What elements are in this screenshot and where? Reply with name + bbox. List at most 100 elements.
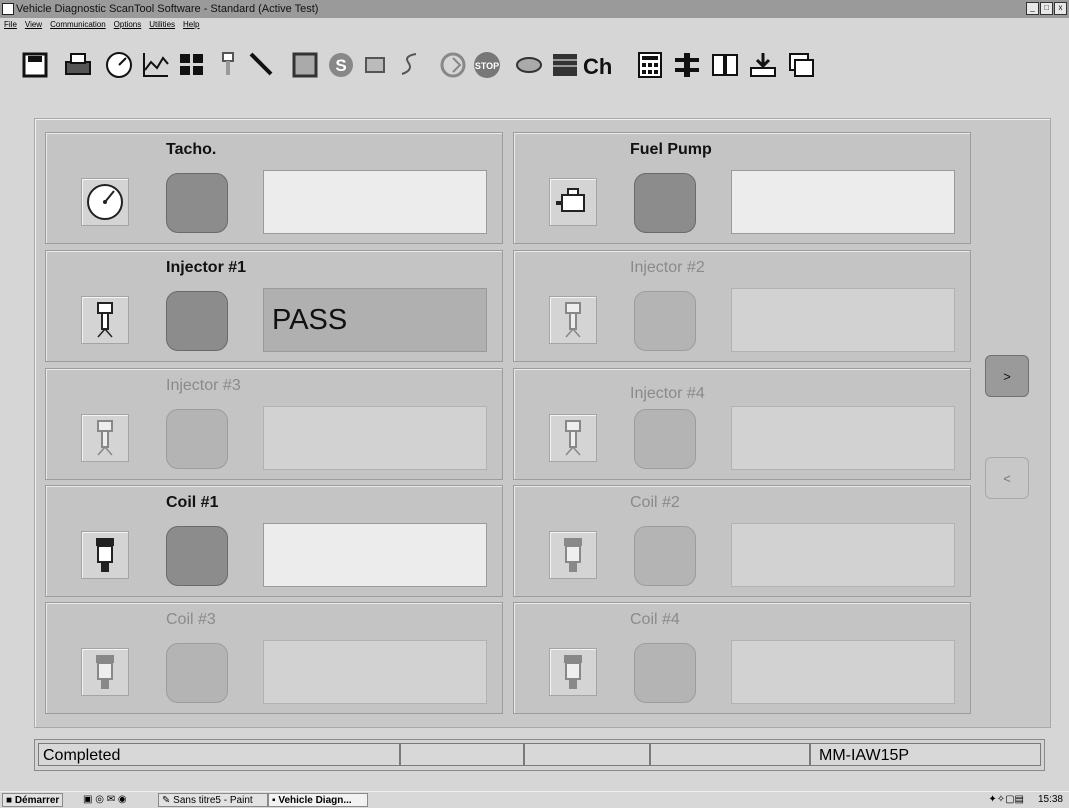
- quick-launch: ▣ ◎ ✉ ◉: [80, 793, 130, 807]
- status-lamp: [634, 409, 696, 469]
- battery-icon[interactable]: [550, 50, 580, 80]
- test-title: Coil #1: [166, 494, 219, 511]
- menu-utilities[interactable]: Utilities: [149, 18, 175, 32]
- test-title: Coil #3: [166, 611, 216, 628]
- status-bar: Completed MM-IAW15P: [34, 739, 1045, 771]
- test-card-injector-3: Injector #3: [45, 368, 503, 480]
- engine-icon[interactable]: [360, 50, 390, 80]
- result-field: [731, 170, 955, 234]
- test-title: Injector #4: [630, 385, 705, 402]
- channel-label[interactable]: Ch: [583, 54, 612, 80]
- gauge-icon[interactable]: [104, 50, 134, 80]
- next-page-button[interactable]: >: [985, 355, 1029, 397]
- result-field: [731, 406, 955, 470]
- minimize-button[interactable]: _: [1026, 2, 1039, 15]
- status-message: Completed: [38, 743, 400, 766]
- status-pane: [400, 743, 524, 766]
- injector-icon: [549, 296, 597, 344]
- test-title: Coil #2: [630, 494, 680, 511]
- test-card-tacho: Tacho.: [45, 132, 503, 244]
- menu-options[interactable]: Options: [114, 18, 142, 32]
- sensor-icon[interactable]: [514, 50, 544, 80]
- cable-icon[interactable]: [394, 50, 424, 80]
- result-field: [263, 406, 487, 470]
- ecu-label: MM-IAW15P: [810, 743, 1041, 766]
- task-vehicle-diagnostic[interactable]: ▪ Vehicle Diagn...: [268, 793, 368, 807]
- close-button[interactable]: x: [1054, 2, 1067, 15]
- test-card-coil-4: Coil #4: [513, 602, 971, 714]
- test-card-injector-2: Injector #2: [513, 250, 971, 362]
- status-lamp: [634, 643, 696, 703]
- fuel-pump-icon[interactable]: [549, 178, 597, 226]
- injector-tool-icon[interactable]: [213, 50, 243, 80]
- download-icon[interactable]: [748, 50, 778, 80]
- injector-icon[interactable]: [81, 296, 129, 344]
- title-bar: Vehicle Diagnostic ScanTool Software - S…: [0, 0, 1069, 18]
- test-title: Coil #4: [630, 611, 680, 628]
- result-field: [731, 640, 955, 704]
- s-icon[interactable]: S: [326, 50, 356, 80]
- injector-icon: [549, 414, 597, 462]
- test-card-injector-1: Injector #1 PASS: [45, 250, 503, 362]
- task-label: Vehicle Diagn...: [278, 795, 352, 806]
- toolbar: S STOP Ch: [0, 36, 1069, 92]
- status-lamp: [166, 409, 228, 469]
- system-tray: ✦✧▢▤ 15:38: [988, 792, 1063, 808]
- status-lamp[interactable]: [166, 526, 228, 586]
- refresh-icon[interactable]: [438, 50, 468, 80]
- test-card-injector-4: Injector #4: [513, 368, 971, 480]
- save-icon[interactable]: [20, 50, 50, 80]
- probe-icon[interactable]: [247, 50, 277, 80]
- test-title: Fuel Pump: [630, 141, 712, 158]
- menu-communication[interactable]: Communication: [50, 18, 106, 32]
- result-field: [731, 288, 955, 352]
- start-label: Démarrer: [14, 795, 60, 806]
- wiring-icon[interactable]: [672, 50, 702, 80]
- status-lamp[interactable]: [166, 173, 228, 233]
- print-icon[interactable]: [63, 50, 93, 80]
- window-controls: _ □ x: [1026, 2, 1067, 15]
- book-icon[interactable]: [710, 50, 740, 80]
- status-lamp[interactable]: [166, 291, 228, 351]
- window-icon[interactable]: [786, 50, 816, 80]
- stop-icon[interactable]: STOP: [472, 50, 502, 80]
- taskbar: ■ Démarrer ▣ ◎ ✉ ◉ ✎ Sans titre5 - Paint…: [0, 791, 1069, 808]
- windows-icon: ■: [6, 795, 13, 806]
- tachometer-icon[interactable]: [81, 178, 129, 226]
- tray-icons[interactable]: ✦✧▢▤: [988, 792, 1024, 808]
- start-button[interactable]: ■ Démarrer: [2, 793, 64, 807]
- menu-view[interactable]: View: [25, 18, 42, 32]
- status-lamp: [166, 643, 228, 703]
- grid-icon[interactable]: [177, 50, 207, 80]
- task-paint[interactable]: ✎ Sans titre5 - Paint: [158, 793, 268, 807]
- calculator-icon[interactable]: [635, 50, 665, 80]
- graph-icon[interactable]: [141, 50, 171, 80]
- app-small-icon: ▪: [272, 795, 276, 806]
- mail-icon[interactable]: ✉: [107, 794, 115, 805]
- test-card-coil-1: Coil #1: [45, 485, 503, 597]
- test-card-coil-3: Coil #3: [45, 602, 503, 714]
- menu-bar: File View Communication Options Utilitie…: [0, 18, 1069, 32]
- frame-icon[interactable]: [290, 50, 320, 80]
- media-icon[interactable]: ◉: [118, 794, 127, 805]
- paint-icon: ✎: [162, 795, 171, 806]
- test-title: Injector #3: [166, 377, 241, 394]
- result-field: [263, 640, 487, 704]
- test-card-coil-2: Coil #2: [513, 485, 971, 597]
- active-test-panel: Tacho. Fuel Pump Injector #1 PASS Inject…: [34, 118, 1051, 728]
- status-lamp[interactable]: [634, 173, 696, 233]
- coil-icon: [549, 531, 597, 579]
- result-field: [263, 170, 487, 234]
- svg-text:STOP: STOP: [475, 61, 499, 71]
- menu-help[interactable]: Help: [183, 18, 199, 32]
- menu-file[interactable]: File: [4, 18, 17, 32]
- desktop-icon[interactable]: ▣: [83, 794, 92, 805]
- svg-text:S: S: [335, 56, 346, 75]
- browser-icon[interactable]: ◎: [95, 794, 104, 805]
- previous-page-button: <: [985, 457, 1029, 499]
- coil-icon[interactable]: [81, 531, 129, 579]
- maximize-button[interactable]: □: [1040, 2, 1053, 15]
- test-title: Injector #2: [630, 259, 705, 276]
- status-pane: [650, 743, 810, 766]
- test-card-fuel-pump: Fuel Pump: [513, 132, 971, 244]
